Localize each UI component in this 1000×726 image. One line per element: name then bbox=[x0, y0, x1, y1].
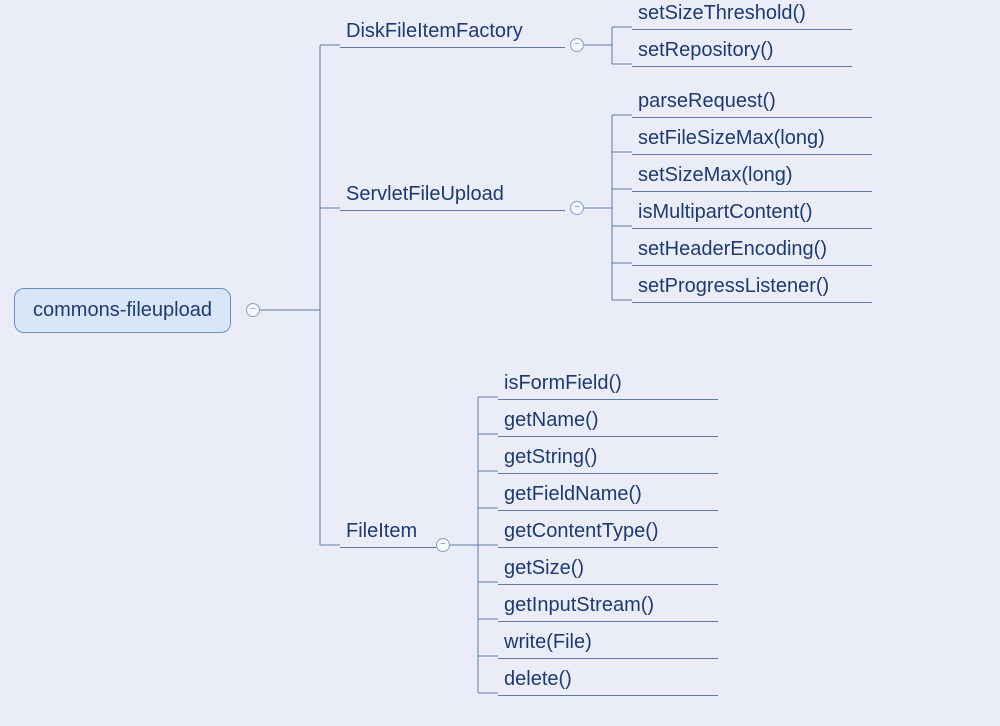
leaf-node[interactable]: isMultipartContent() bbox=[632, 201, 872, 229]
leaf-label: getName() bbox=[504, 409, 598, 431]
leaf-node[interactable]: setProgressListener() bbox=[632, 275, 872, 303]
leaf-label: setSizeThreshold() bbox=[638, 2, 806, 24]
leaf-node[interactable]: isFormField() bbox=[498, 372, 718, 400]
leaf-node[interactable]: setSizeThreshold() bbox=[632, 2, 852, 30]
leaf-node[interactable]: setSizeMax(long) bbox=[632, 164, 872, 192]
leaf-label: getInputStream() bbox=[504, 594, 654, 616]
leaf-node[interactable]: getName() bbox=[498, 409, 718, 437]
root-label: commons-fileupload bbox=[33, 299, 212, 321]
leaf-label: setFileSizeMax(long) bbox=[638, 127, 825, 149]
leaf-label: getFieldName() bbox=[504, 483, 642, 505]
leaf-label: isMultipartContent() bbox=[638, 201, 813, 223]
root-node[interactable]: commons-fileupload bbox=[14, 288, 231, 333]
leaf-label: setSizeMax(long) bbox=[638, 164, 793, 186]
leaf-label: isFormField() bbox=[504, 372, 622, 394]
branch-label: DiskFileItemFactory bbox=[346, 20, 523, 42]
collapse-icon[interactable] bbox=[246, 303, 260, 317]
leaf-node[interactable]: write(File) bbox=[498, 631, 718, 659]
leaf-label: setRepository() bbox=[638, 39, 774, 61]
collapse-icon[interactable] bbox=[570, 38, 584, 52]
leaf-label: getSize() bbox=[504, 557, 584, 579]
leaf-label: setHeaderEncoding() bbox=[638, 238, 827, 260]
branch-label: ServletFileUpload bbox=[346, 183, 504, 205]
leaf-node[interactable]: setFileSizeMax(long) bbox=[632, 127, 872, 155]
leaf-label: write(File) bbox=[504, 631, 592, 653]
leaf-label: setProgressListener() bbox=[638, 275, 829, 297]
collapse-icon[interactable] bbox=[436, 538, 450, 552]
branch-node-diskfileitemfactory[interactable]: DiskFileItemFactory bbox=[340, 20, 565, 48]
leaf-node[interactable]: getString() bbox=[498, 446, 718, 474]
leaf-node[interactable]: setRepository() bbox=[632, 39, 852, 67]
leaf-node[interactable]: delete() bbox=[498, 668, 718, 696]
leaf-node[interactable]: getFieldName() bbox=[498, 483, 718, 511]
leaf-label: delete() bbox=[504, 668, 572, 690]
leaf-node[interactable]: parseRequest() bbox=[632, 90, 872, 118]
branch-node-fileitem[interactable]: FileItem bbox=[340, 520, 436, 548]
leaf-label: parseRequest() bbox=[638, 90, 776, 112]
branch-node-servletfileupload[interactable]: ServletFileUpload bbox=[340, 183, 565, 211]
branch-label: FileItem bbox=[346, 520, 417, 542]
leaf-node[interactable]: getInputStream() bbox=[498, 594, 718, 622]
leaf-node[interactable]: getContentType() bbox=[498, 520, 718, 548]
leaf-label: getContentType() bbox=[504, 520, 659, 542]
collapse-icon[interactable] bbox=[570, 201, 584, 215]
leaf-node[interactable]: getSize() bbox=[498, 557, 718, 585]
leaf-node[interactable]: setHeaderEncoding() bbox=[632, 238, 872, 266]
leaf-label: getString() bbox=[504, 446, 597, 468]
